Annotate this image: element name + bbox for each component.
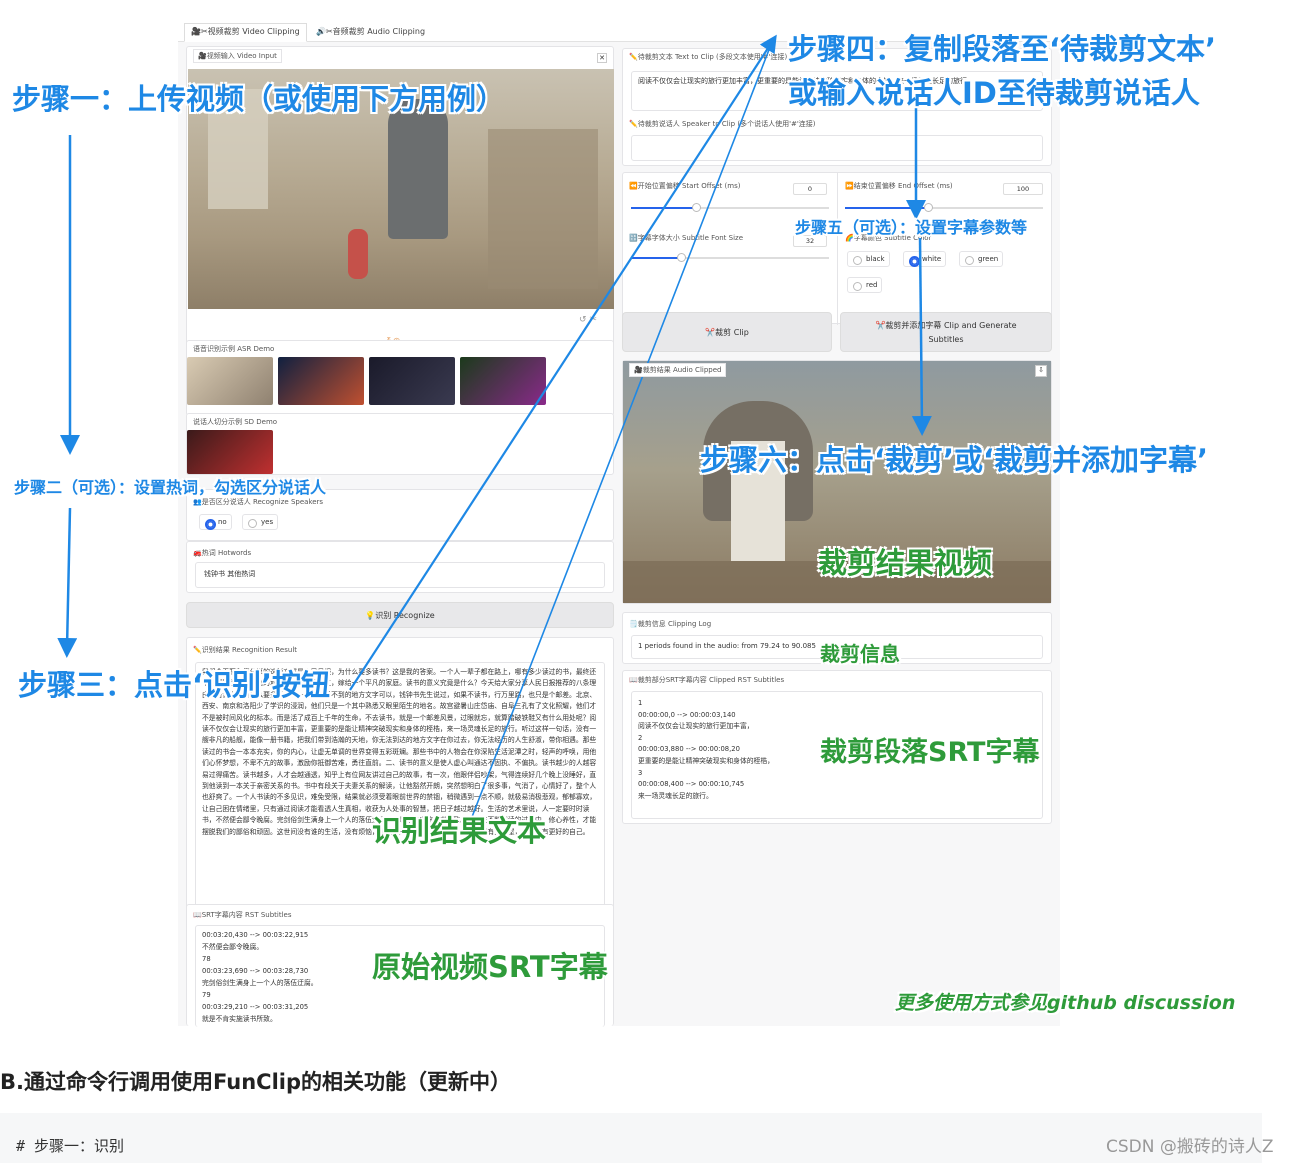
annotation-clip-info: 裁剪信息 xyxy=(820,642,900,666)
annotation-step4a: 步骤四：复制段落至‘待裁剪文本’ xyxy=(788,32,1217,66)
annotation-recog-text: 识别结果文本 xyxy=(372,814,547,848)
annotation-step2: 步骤二（可选）：设置热词，勾选区分说话人 xyxy=(14,478,327,497)
download-icon[interactable]: ⇩ xyxy=(1035,365,1047,377)
arrow-step2 xyxy=(57,507,78,658)
annotation-step6: 步骤六：点击‘裁剪’或‘裁剪并添加字幕’ xyxy=(700,443,1209,477)
annotation-clip-srt: 裁剪段落SRT字幕 xyxy=(820,737,1040,768)
arrow-step6 xyxy=(911,237,932,436)
annotation-step3: 步骤三：点击‘识别’按钮 xyxy=(18,668,331,702)
annotation-orig-srt: 原始视频SRT字幕 xyxy=(372,950,608,984)
annotation-step1: 步骤一：上传视频（或使用下方用例） xyxy=(12,82,506,116)
code-block: # 步骤一：识别 xyxy=(0,1113,1262,1163)
annotation-more: 更多使用方式参见github discussion xyxy=(895,992,1236,1014)
annotation-step4b: 或输入说话人ID至待裁剪说话人 xyxy=(788,76,1200,110)
annotation-step5: 步骤五（可选）：设置字幕参数等 xyxy=(795,218,1028,237)
section-heading: B.通过命令行调用使用FunClip的相关功能（更新中） xyxy=(0,1070,512,1094)
annotation-clip-result-video: 裁剪结果视频 xyxy=(818,546,993,580)
watermark: CSDN @搬砖的诗人Z xyxy=(1106,1137,1274,1157)
code-line: # 步骤一：识别 xyxy=(16,1137,125,1155)
clipped-video-label: 🎥裁剪结果 Audio Clipped xyxy=(629,363,727,377)
